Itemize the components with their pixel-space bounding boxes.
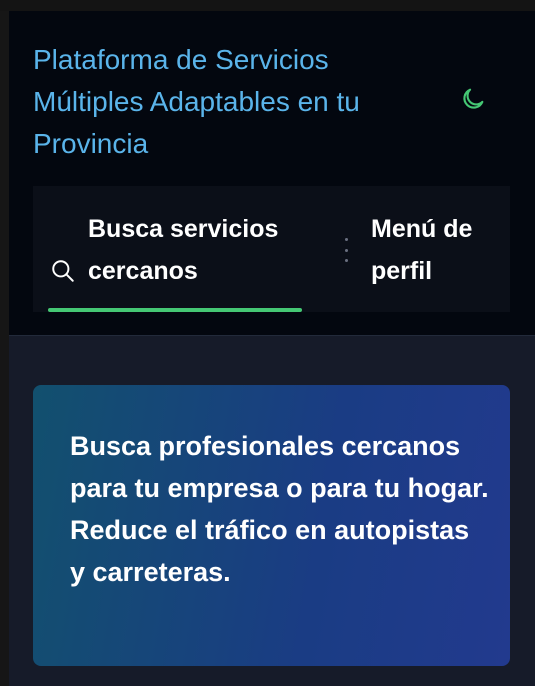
hero-text: Busca profesionales cercanos para tu emp…	[70, 431, 489, 587]
vertical-dots-icon[interactable]	[341, 238, 351, 262]
top-border	[0, 0, 535, 11]
tab-search-services[interactable]: Busca servicios cercanos	[48, 208, 302, 312]
tab-search-label: Busca servicios cercanos	[88, 215, 279, 285]
app-header: Plataforma de Servicios Múltiples Adapta…	[9, 11, 535, 336]
active-tab-indicator	[48, 308, 302, 312]
theme-toggle-button[interactable]	[455, 81, 491, 117]
main-nav: Busca servicios cercanos Menú de perfil	[33, 186, 510, 312]
tab-profile-menu[interactable]: Menú de perfil	[371, 208, 510, 298]
left-border	[0, 11, 9, 686]
moon-icon	[463, 88, 484, 109]
app-window: Plataforma de Servicios Múltiples Adapta…	[0, 0, 535, 686]
hero-banner: Busca profesionales cercanos para tu emp…	[33, 385, 510, 666]
tab-profile-label: Menú de perfil	[371, 215, 473, 285]
page-title: Plataforma de Servicios Múltiples Adapta…	[33, 44, 360, 159]
search-icon	[52, 260, 74, 282]
